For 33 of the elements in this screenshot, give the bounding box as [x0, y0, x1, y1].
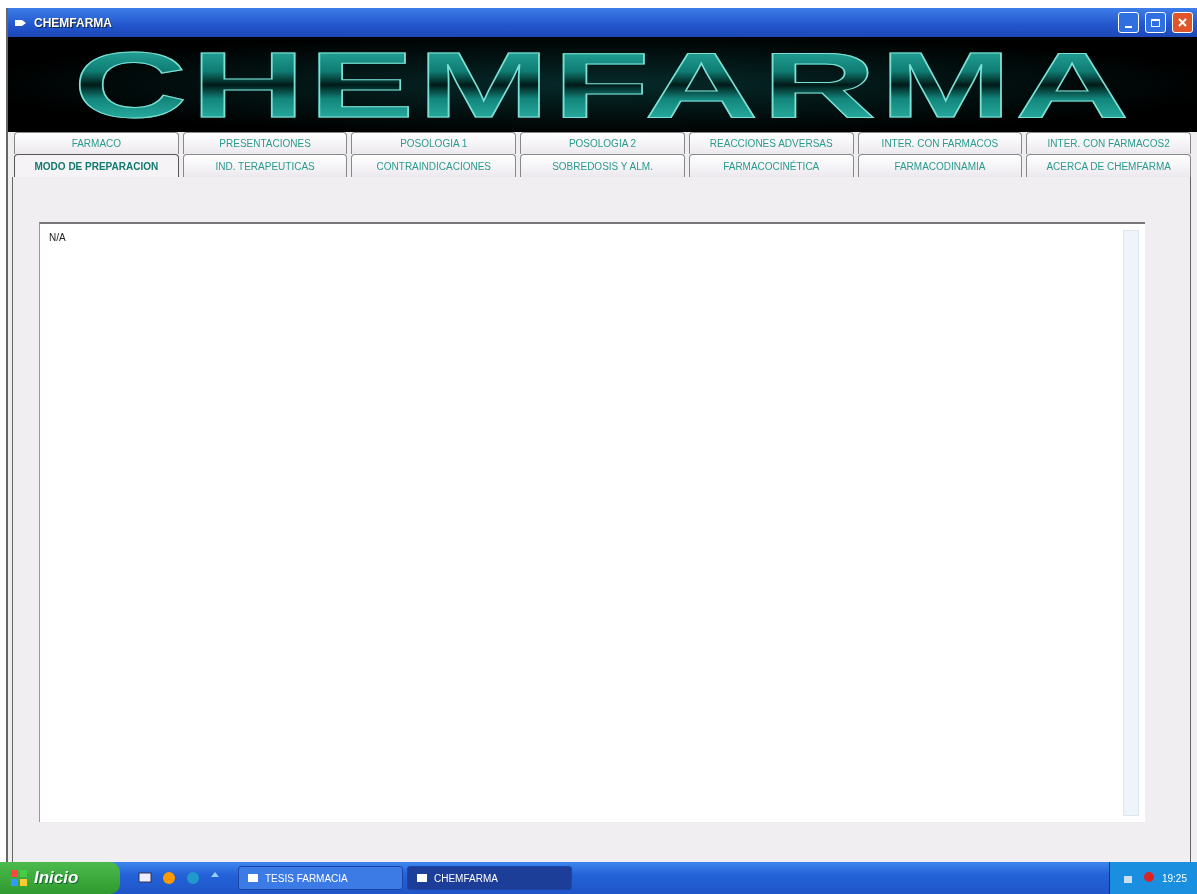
close-button[interactable] — [1172, 12, 1193, 33]
maximize-button[interactable] — [1145, 12, 1166, 33]
tab[interactable]: SOBREDOSIS Y ALM. — [520, 154, 685, 177]
tab[interactable]: POSOLOGIA 2 — [520, 132, 685, 154]
scrollbar[interactable] — [1123, 230, 1139, 816]
windows-logo-icon — [10, 869, 28, 887]
tab[interactable]: PRESENTACIONES — [182, 132, 348, 154]
tab[interactable]: CONTRAINDICACIONES — [351, 154, 517, 177]
tab[interactable]: ACERCA DE CHEMFARMA — [1026, 154, 1192, 177]
tab[interactable]: IND. TERAPEUTICAS — [182, 154, 348, 177]
window-title: CHEMFARMA — [34, 15, 113, 30]
tab[interactable]: REACCIONES ADVERSAS — [688, 132, 854, 154]
tab[interactable]: POSOLOGIA 1 — [351, 132, 517, 154]
text-value: N/A — [48, 231, 66, 243]
tab[interactable]: MODO DE PREPARACION — [14, 154, 179, 177]
close-icon — [1177, 17, 1188, 28]
tab[interactable]: FARMACO — [14, 132, 179, 154]
maximize-icon — [1150, 17, 1161, 28]
tab[interactable]: FARMACOCINÉTICA — [688, 154, 854, 177]
tab[interactable]: INTER. CON FARMACOS — [857, 132, 1023, 154]
desktop-icon[interactable] — [138, 871, 152, 885]
window-icon — [247, 872, 259, 884]
minimize-icon — [1125, 25, 1132, 28]
minimize-button[interactable] — [1118, 12, 1139, 33]
start-button[interactable]: Inicio — [0, 862, 120, 894]
clock: 19:25 — [1161, 872, 1187, 884]
app-icon — [14, 17, 28, 28]
tab[interactable]: INTER. CON FARMACOS2 — [1026, 132, 1192, 154]
window-icon — [416, 872, 428, 884]
taskbar-button[interactable]: CHEMFARMA — [407, 866, 572, 890]
text-area[interactable]: N/A — [39, 222, 1145, 822]
taskbar-button[interactable]: TESIS FARMACIA — [238, 866, 403, 890]
tab[interactable]: FARMACODINAMIA — [857, 154, 1023, 177]
